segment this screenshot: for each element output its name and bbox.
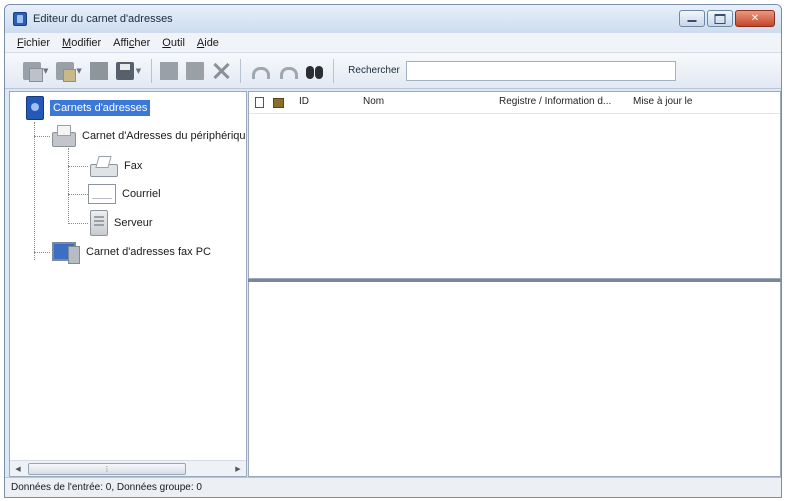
new-address-icon (23, 61, 43, 82)
toolbar-separator (333, 58, 335, 83)
window-title: Editeur du carnet d'adresses (33, 13, 173, 25)
address-book-tree[interactable]: Carnets d'adresses Carnet d'Adresses du … (9, 91, 247, 477)
tree-item-pc-fax-address-book[interactable]: Carnet d'adresses fax PC (50, 240, 211, 264)
delete-button[interactable] (212, 58, 230, 84)
new-address-button[interactable]: ▼ (23, 58, 48, 84)
scroll-thumb[interactable]: ⋮ (28, 463, 186, 475)
tree-item-label: Carnets d'adresses (50, 100, 151, 116)
edit-button[interactable] (89, 58, 108, 84)
dropdown-arrow-icon: ▼ (135, 66, 142, 75)
tree-item-device-address-book[interactable]: Carnet d'Adresses du périphériqu (50, 124, 246, 148)
undo-button[interactable] (249, 58, 271, 84)
column-id[interactable]: ID (299, 96, 309, 107)
toolbar-separator (151, 58, 153, 83)
redo-button[interactable] (277, 58, 299, 84)
find-button[interactable] (305, 58, 324, 84)
copy-button[interactable] (160, 58, 179, 84)
tree-item-address-books[interactable]: Carnets d'adresses (26, 96, 151, 120)
column-nom[interactable]: Nom (363, 96, 384, 107)
tree-connector (68, 148, 69, 224)
toolbar-separator (240, 58, 242, 83)
title-bar[interactable]: Editeur du carnet d'adresses ✕ (5, 5, 781, 33)
toolbar: ▼ ▼ ▼ Rechercher (5, 53, 781, 89)
tree-item-label: Fax (124, 160, 143, 172)
tree-connector (68, 194, 88, 195)
address-book-editor-window: Editeur du carnet d'adresses ✕ Fichier M… (4, 4, 782, 498)
dropdown-arrow-icon: ▼ (43, 66, 49, 75)
column-mise-a-jour[interactable]: Mise à jour le (633, 96, 692, 107)
search-label: Rechercher (348, 65, 400, 76)
entry-list[interactable]: ID Nom Registre / Information d... Mise … (248, 91, 781, 279)
tree-item-label: Carnet d'Adresses du périphériqu (82, 130, 246, 142)
window-controls: ✕ (679, 10, 775, 27)
paste-icon (186, 61, 205, 80)
maximize-icon (715, 14, 726, 24)
maximize-button[interactable] (707, 10, 733, 27)
search-input[interactable] (405, 60, 676, 81)
menu-modifier[interactable]: Modifier (56, 37, 107, 49)
save-icon (115, 61, 134, 80)
column-registre[interactable]: Registre / Information d... (499, 96, 611, 107)
menu-bar: Fichier Modifier Afficher Outil Aide (5, 33, 781, 53)
detail-pane (248, 282, 781, 477)
close-icon: ✕ (750, 12, 760, 24)
tree-connector (34, 122, 35, 260)
minimize-icon (688, 16, 697, 22)
tree-item-fax[interactable]: Fax (88, 155, 142, 177)
entry-type-column-icon[interactable] (255, 97, 264, 108)
menu-afficher[interactable]: Afficher (107, 37, 156, 49)
tree-item-server[interactable]: Serveur (90, 210, 153, 236)
new-group-icon (56, 61, 77, 82)
address-book-icon (26, 96, 44, 120)
tree-item-label: Carnet d'adresses fax PC (86, 246, 211, 258)
entry-list-header: ID Nom Registre / Information d... Mise … (249, 92, 780, 114)
menu-outil[interactable]: Outil (156, 37, 191, 49)
copy-icon (160, 61, 179, 80)
tree-horizontal-scrollbar[interactable]: ◀ ⋮ ▶ (10, 460, 246, 476)
address-book-app-icon (13, 12, 27, 26)
scroll-right-icon[interactable]: ▶ (232, 463, 244, 475)
delete-icon (212, 62, 230, 80)
server-icon (90, 210, 108, 236)
minimize-button[interactable] (679, 10, 705, 27)
tree-connector (68, 166, 88, 167)
edit-icon (89, 61, 108, 80)
binoculars-icon (305, 62, 324, 80)
pc-icon (50, 240, 80, 264)
group-column-icon[interactable] (273, 98, 284, 108)
redo-icon (277, 62, 299, 80)
paste-button[interactable] (186, 58, 205, 84)
save-button[interactable]: ▼ (115, 58, 142, 84)
menu-aide[interactable]: Aide (191, 37, 225, 49)
email-icon (88, 184, 116, 204)
tree-item-label: Courriel (122, 188, 161, 200)
dropdown-arrow-icon: ▼ (76, 66, 82, 75)
device-printer-icon (50, 124, 76, 148)
tree-item-label: Serveur (114, 217, 153, 229)
menu-fichier[interactable]: Fichier (11, 37, 56, 49)
scroll-left-icon[interactable]: ◀ (12, 463, 24, 475)
new-group-button[interactable]: ▼ (56, 58, 82, 84)
tree-connector (68, 223, 88, 224)
fax-icon (88, 155, 118, 177)
undo-icon (249, 62, 271, 80)
status-bar: Données de l'entrée: 0, Données groupe: … (5, 477, 781, 497)
tree-connector (34, 252, 50, 253)
tree-item-email[interactable]: Courriel (88, 184, 161, 204)
tree-connector (34, 136, 50, 137)
close-button[interactable]: ✕ (735, 10, 775, 27)
